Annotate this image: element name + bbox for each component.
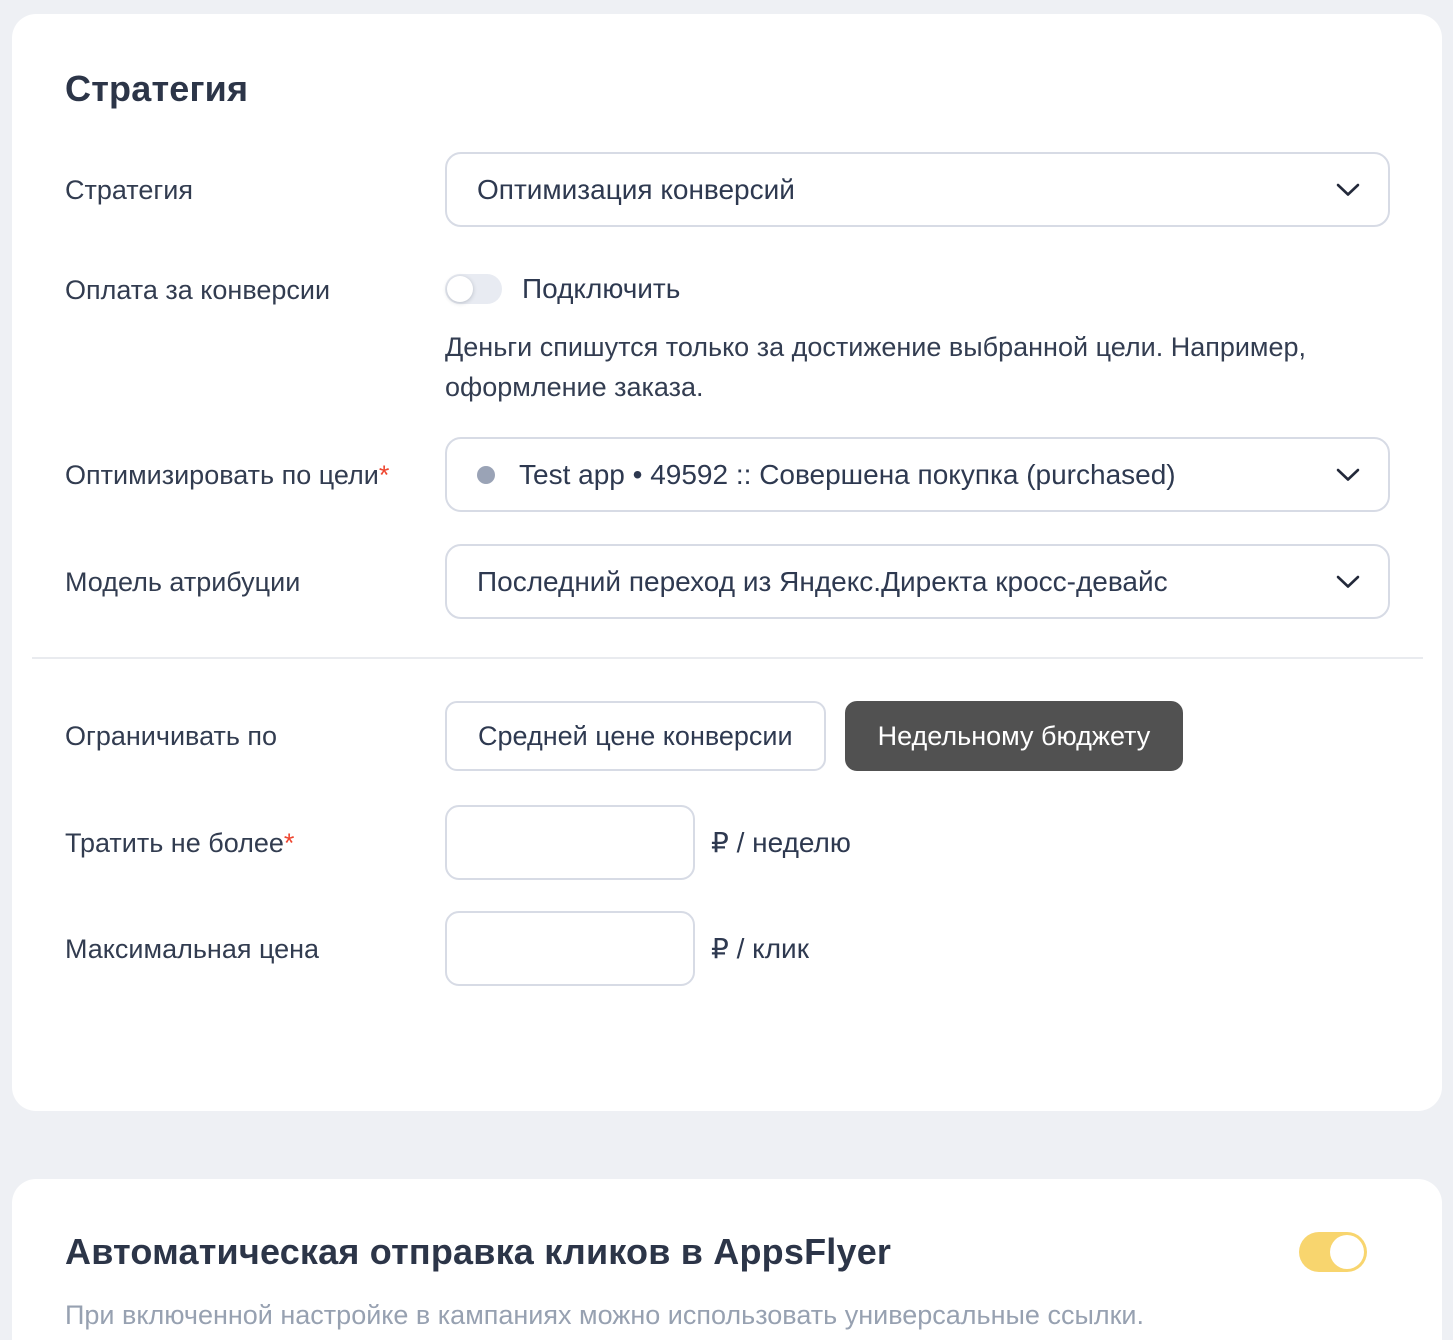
pay-for-conversions-toggle[interactable]	[445, 274, 502, 304]
max-price-input[interactable]	[445, 911, 695, 986]
attribution-select[interactable]: Последний переход из Яндекс.Директа крос…	[445, 544, 1390, 619]
attribution-row: Модель атрибуции Последний переход из Ян…	[65, 544, 1390, 619]
max-price-row: Максимальная цена ₽ / клик	[65, 911, 1390, 986]
spend-limit-label-text: Тратить не более	[65, 828, 284, 858]
limit-by-row: Ограничивать по Средней цене конверсии Н…	[65, 701, 1390, 771]
strategy-card: Стратегия Стратегия Оптимизация конверси…	[12, 14, 1442, 1111]
appsflyer-description: При включенной настройке в кампаниях мож…	[65, 1297, 1367, 1333]
goal-status-dot-icon	[477, 466, 495, 484]
optimize-goal-row: Оптимизировать по цели* Test app • 49592…	[65, 437, 1390, 512]
toggle-knob	[1330, 1235, 1364, 1269]
limit-by-options: Средней цене конверсии Недельному бюджет…	[445, 701, 1183, 771]
required-asterisk: *	[379, 460, 390, 490]
chevron-down-icon	[1336, 575, 1360, 589]
appsflyer-card: Автоматическая отправка кликов в AppsFly…	[12, 1179, 1442, 1340]
optimize-goal-label-text: Оптимизировать по цели	[65, 460, 379, 490]
limit-by-avg-conversion-price-button[interactable]: Средней цене конверсии	[445, 701, 826, 771]
attribution-select-value: Последний переход из Яндекс.Директа крос…	[477, 566, 1168, 598]
chevron-down-icon	[1336, 183, 1360, 197]
spend-limit-suffix: ₽ / неделю	[711, 826, 851, 859]
pay-for-conversions-toggle-label: Подключить	[522, 273, 680, 305]
appsflyer-header: Автоматическая отправка кликов в AppsFly…	[65, 1231, 1367, 1273]
limit-by-label: Ограничивать по	[65, 719, 445, 753]
limit-by-weekly-budget-button[interactable]: Недельному бюджету	[845, 701, 1184, 771]
section-divider	[32, 657, 1423, 659]
max-price-suffix: ₽ / клик	[711, 932, 809, 965]
appsflyer-toggle[interactable]	[1299, 1232, 1367, 1272]
spend-limit-label: Тратить не более*	[65, 826, 445, 860]
strategy-card-title: Стратегия	[65, 68, 1390, 110]
optimize-goal-label: Оптимизировать по цели*	[65, 458, 445, 492]
required-asterisk: *	[284, 828, 295, 858]
strategy-select-value: Оптимизация конверсий	[477, 174, 795, 206]
pay-for-conversions-description: Деньги спишутся только за достижение выб…	[445, 327, 1390, 407]
optimize-goal-select[interactable]: Test app • 49592 :: Совершена покупка (p…	[445, 437, 1390, 512]
strategy-row: Стратегия Оптимизация конверсий	[65, 152, 1390, 227]
pay-for-conversions-row: Оплата за конверсии Подключить Деньги сп…	[65, 273, 1390, 407]
strategy-select[interactable]: Оптимизация конверсий	[445, 152, 1390, 227]
pay-for-conversions-control: Подключить Деньги спишутся только за дос…	[445, 273, 1390, 407]
pay-for-conversions-toggle-line: Подключить	[445, 273, 1390, 305]
optimize-goal-select-value: Test app • 49592 :: Совершена покупка (p…	[477, 459, 1176, 491]
max-price-label: Максимальная цена	[65, 932, 445, 966]
spend-limit-input[interactable]	[445, 805, 695, 880]
settings-page: Стратегия Стратегия Оптимизация конверси…	[0, 0, 1453, 1340]
chevron-down-icon	[1336, 468, 1360, 482]
attribution-label: Модель атрибуции	[65, 565, 445, 599]
spend-limit-row: Тратить не более* ₽ / неделю	[65, 805, 1390, 880]
toggle-knob	[447, 276, 473, 302]
pay-for-conversions-label: Оплата за конверсии	[65, 273, 445, 307]
optimize-goal-select-text: Test app • 49592 :: Совершена покупка (p…	[519, 459, 1176, 491]
strategy-label: Стратегия	[65, 173, 445, 207]
appsflyer-title: Автоматическая отправка кликов в AppsFly…	[65, 1231, 891, 1273]
